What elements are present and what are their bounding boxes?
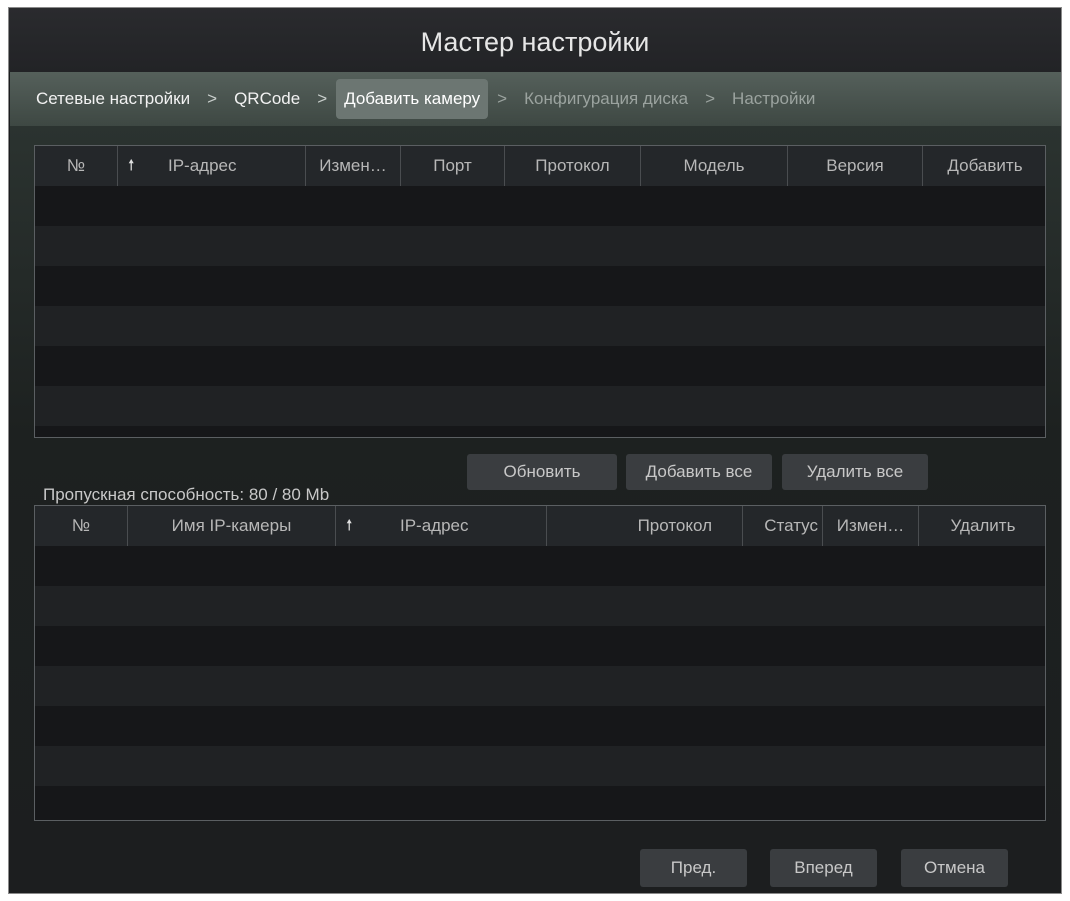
table-row-empty (35, 746, 1045, 786)
step-separator: > (317, 89, 328, 108)
added-cameras-table[interactable]: № Имя IP-камеры 🠕 IP-адрес Протокол Стат… (34, 505, 1046, 821)
column-modify[interactable]: Измен… (306, 146, 401, 186)
window-title: Мастер настройки (9, 8, 1061, 72)
search-results-table[interactable]: № 🠕 IP-адрес Измен… Порт Протокол Модель… (34, 145, 1046, 438)
column-model[interactable]: Модель (641, 146, 788, 186)
table-row-empty (35, 306, 1045, 346)
column-port[interactable]: Порт (401, 146, 505, 186)
table-row-empty (35, 266, 1045, 306)
step-separator: > (497, 89, 508, 108)
step-qrcode[interactable]: QRCode (226, 79, 308, 119)
next-button[interactable]: Вперед (770, 849, 877, 887)
column-ip-address[interactable]: 🠕 IP-адрес (336, 506, 547, 546)
column-number[interactable]: № (35, 146, 118, 186)
table-row-empty (35, 186, 1045, 226)
table-row-empty (35, 786, 1045, 820)
step-network-settings[interactable]: Сетевые настройки (28, 79, 198, 119)
table-header: № Имя IP-камеры 🠕 IP-адрес Протокол Стат… (35, 506, 1045, 546)
column-ip-address-label: IP-адрес (168, 156, 237, 175)
column-delete[interactable]: Удалить (919, 506, 1045, 546)
delete-all-button[interactable]: Удалить все (782, 454, 928, 490)
table-header: № 🠕 IP-адрес Измен… Порт Протокол Модель… (35, 146, 1045, 186)
table-row-empty (35, 706, 1045, 746)
column-status[interactable]: Статус (743, 506, 823, 546)
table-row-empty (35, 346, 1045, 386)
table-row-empty (35, 546, 1045, 586)
table-row-empty (35, 666, 1045, 706)
sort-ascending-icon: 🠕 (346, 517, 353, 534)
add-all-button[interactable]: Добавить все (626, 454, 772, 490)
table-row-empty (35, 626, 1045, 666)
column-protocol[interactable]: Протокол (547, 506, 743, 546)
previous-button[interactable]: Пред. (640, 849, 747, 887)
column-modify[interactable]: Измен… (823, 506, 919, 546)
bandwidth-label: Пропускная способность: 80 / 80 Mb (43, 485, 330, 504)
table-row-empty (35, 226, 1045, 266)
wizard-steps-bar: Сетевые настройки > QRCode > Добавить ка… (10, 72, 1061, 126)
sort-ascending-icon: 🠕 (128, 157, 135, 174)
table-row-empty (35, 586, 1045, 626)
column-protocol[interactable]: Протокол (505, 146, 641, 186)
column-ip-address[interactable]: 🠕 IP-адрес (118, 146, 306, 186)
column-camera-name[interactable]: Имя IP-камеры (128, 506, 336, 546)
step-settings: Настройки (732, 89, 816, 108)
step-disk-config: Конфигурация диска (524, 89, 689, 108)
step-separator: > (705, 89, 716, 108)
step-separator: > (207, 89, 218, 108)
setup-wizard-window: Мастер настройки Сетевые настройки > QRC… (8, 7, 1062, 894)
table-row-empty (35, 386, 1045, 426)
column-version[interactable]: Версия (788, 146, 923, 186)
step-add-camera[interactable]: Добавить камеру (336, 79, 489, 119)
column-ip-address-label: IP-адрес (400, 516, 469, 535)
column-add[interactable]: Добавить (923, 146, 1045, 186)
cancel-button[interactable]: Отмена (901, 849, 1008, 887)
column-number[interactable]: № (35, 506, 128, 546)
refresh-button[interactable]: Обновить (467, 454, 617, 490)
